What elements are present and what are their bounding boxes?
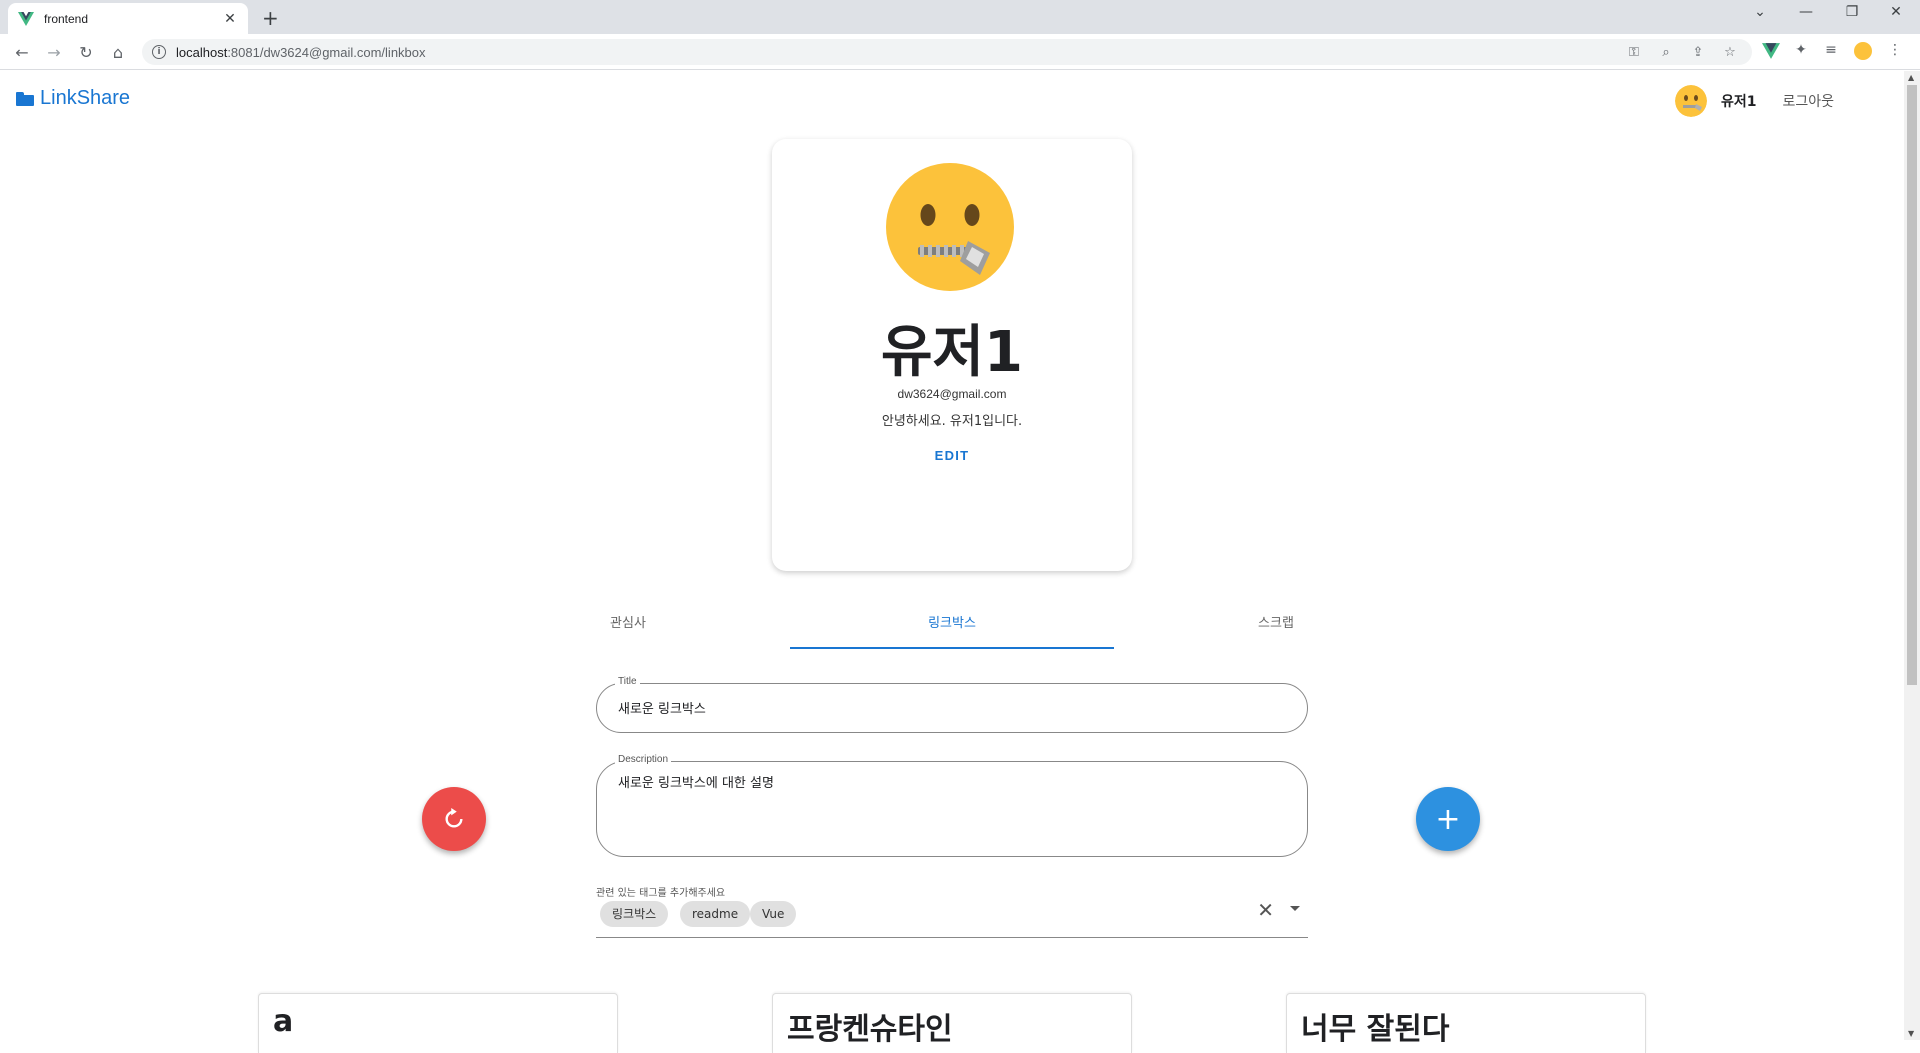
vue-devtools-icon[interactable]	[1762, 42, 1780, 60]
tab-scrap[interactable]: 스크랩	[1244, 601, 1308, 649]
plus-icon: +	[1435, 801, 1461, 837]
linkbox-card-title: 너무 잘된다	[1301, 1012, 1450, 1047]
profile-avatar-icon[interactable]	[1854, 42, 1872, 60]
profile-tabs: 관심사 링크박스 스크랩	[596, 601, 1308, 649]
linkbox-card-title: 프랑켄슈타인	[787, 1012, 953, 1047]
browser-tabstrip: frontend ✕ + ⌄ — ❐ ✕	[0, 0, 1920, 34]
share-icon[interactable]: ⇪	[1690, 45, 1706, 61]
linkbox-card[interactable]: a	[258, 993, 618, 1053]
tags-combobox[interactable]: 관련 있는 태그를 추가해주세요 링크박스 readme Vue ✕	[596, 884, 1308, 938]
browser-tab[interactable]: frontend ✕	[8, 3, 248, 34]
reload-button[interactable]: ↻	[76, 42, 96, 62]
profile-name: 유저1	[880, 320, 1023, 385]
profile-bio: 안녕하세요. 유저1입니다.	[881, 414, 1023, 429]
page-scrollbar[interactable]: ▲ ▼	[1904, 71, 1920, 1040]
address-bar[interactable]: i localhost:8081/dw3624@gmail.com/linkbo…	[142, 39, 1752, 65]
refresh-icon	[445, 808, 463, 828]
title-field[interactable]: Title 새로운 링크박스	[596, 676, 1308, 733]
dropdown-arrow-icon[interactable]	[1290, 906, 1300, 911]
extensions-icon[interactable]: ✦	[1792, 42, 1810, 60]
forward-button[interactable]: →	[44, 42, 64, 62]
url-text: localhost:8081/dw3624@gmail.com/linkbox	[176, 44, 426, 60]
linkbox-card[interactable]: 프랑켄슈타인	[772, 993, 1132, 1053]
logout-button[interactable]: 로그아웃	[1782, 91, 1834, 111]
description-textarea[interactable]: 새로운 링크박스에 대한 설명	[618, 772, 774, 791]
linkbox-card-title: a	[273, 1004, 294, 1039]
home-button[interactable]: ⌂	[108, 42, 128, 62]
edit-profile-button[interactable]: EDIT	[912, 439, 992, 473]
site-info-icon[interactable]: i	[152, 45, 166, 59]
description-field[interactable]: Description 새로운 링크박스에 대한 설명	[596, 754, 1308, 857]
bookmark-star-icon[interactable]: ☆	[1722, 45, 1738, 61]
restore-button[interactable]: ❐	[1832, 4, 1872, 20]
tag-chip[interactable]: Vue	[750, 901, 797, 927]
tab-search-icon[interactable]: ⌄	[1740, 4, 1780, 20]
minimize-button[interactable]: —	[1786, 4, 1826, 20]
tags-hint: 관련 있는 태그를 추가해주세요	[596, 888, 726, 899]
profile-email: dw3624@gmail.com	[897, 387, 1007, 401]
tab-title: frontend	[44, 11, 89, 26]
back-button[interactable]: ←	[12, 42, 32, 62]
profile-card: 유저1 dw3624@gmail.com 안녕하세요. 유저1입니다. EDIT	[772, 139, 1132, 571]
description-label: Description	[615, 754, 672, 765]
clear-tags-icon[interactable]: ✕	[1257, 898, 1274, 922]
new-tab-button[interactable]: +	[262, 6, 279, 30]
scrollbar-thumb[interactable]	[1907, 85, 1917, 685]
title-input[interactable]: 새로운 링크박스	[618, 698, 706, 717]
scroll-up-icon[interactable]: ▲	[1908, 73, 1914, 82]
tab-interests[interactable]: 관심사	[596, 601, 660, 649]
tag-chip[interactable]: 링크박스	[600, 901, 669, 927]
user-avatar[interactable]	[1674, 85, 1707, 117]
zoom-icon[interactable]: ⌕	[1658, 45, 1674, 61]
reset-button[interactable]	[422, 787, 486, 851]
tag-chip[interactable]: readme	[680, 901, 751, 927]
menu-kebab-icon[interactable]: ⋮	[1886, 42, 1904, 60]
tab-close-icon[interactable]: ✕	[222, 11, 238, 27]
scroll-down-icon[interactable]: ▼	[1908, 1029, 1914, 1038]
vue-favicon-icon	[18, 11, 34, 26]
linkbox-card[interactable]: 너무 잘된다	[1286, 993, 1646, 1053]
reading-list-icon[interactable]: ≡	[1822, 42, 1840, 60]
user-menu: 유저1 로그아웃	[1674, 85, 1834, 117]
folder-icon	[16, 91, 34, 106]
zipper-mouth-avatar-icon	[886, 163, 1014, 291]
close-window-button[interactable]: ✕	[1876, 4, 1916, 20]
add-linkbox-button[interactable]: +	[1416, 787, 1480, 851]
brand-name: LinkShare	[40, 87, 131, 109]
app-page: LinkShare 유저1 로그아웃 유저1 dw3624@gmail.com …	[0, 71, 1904, 1053]
header-user-name[interactable]: 유저1	[1721, 91, 1757, 111]
title-label: Title	[615, 676, 640, 687]
tab-linkbox[interactable]: 링크박스	[790, 601, 1114, 649]
key-icon[interactable]: ⚿	[1626, 45, 1642, 61]
browser-toolbar: ← → ↻ ⌂ i localhost:8081/dw3624@gmail.co…	[0, 34, 1920, 70]
brand-link[interactable]: LinkShare	[16, 87, 130, 110]
